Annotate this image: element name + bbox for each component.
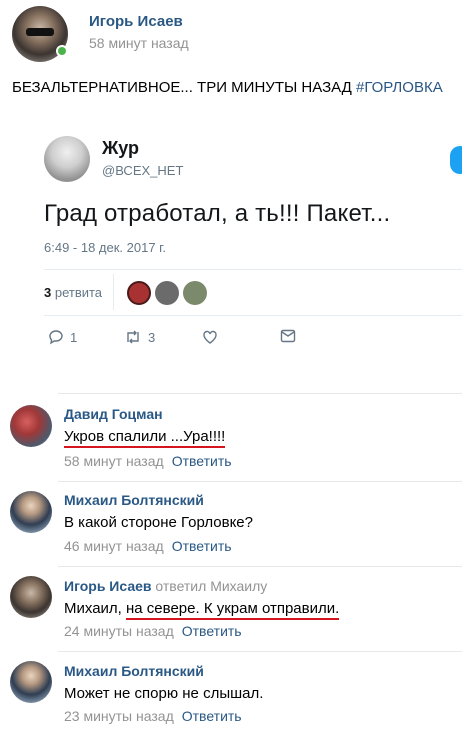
comment-meta: 46 минут назад Ответить	[64, 538, 232, 554]
reply-bubble-icon	[49, 330, 63, 345]
comment-author-name[interactable]: Михаил Болтянский	[64, 492, 204, 508]
retweet-count-label: ретвита	[51, 285, 103, 300]
comment-separator	[58, 393, 462, 394]
commenter-avatar[interactable]	[10, 491, 52, 533]
comment-reply-button[interactable]: Ответить	[182, 623, 242, 639]
comment-author-label[interactable]: Михаил Болтянский	[64, 663, 204, 679]
retweeter-avatar	[127, 281, 151, 305]
tweet-follow-button-edge	[450, 146, 462, 174]
comment-author-name[interactable]: Игорь Исаев ответил Михаилу	[64, 578, 267, 594]
tweet-message-action	[280, 329, 296, 343]
comment-timestamp[interactable]: 58 минут назад	[64, 453, 164, 469]
commenter-avatar[interactable]	[10, 405, 52, 447]
comment-author-label[interactable]: Игорь Исаев	[64, 578, 152, 594]
comment-text: Укров спалили ...Ура!!!!	[64, 428, 226, 448]
comment-separator	[58, 651, 462, 652]
comment-highlighted-text: Укров спалили ...Ура!!!!	[64, 428, 226, 448]
comment-reply-button[interactable]: Ответить	[182, 708, 242, 724]
retweet-icon	[127, 330, 139, 344]
post-text-main: БЕЗАЛЬТЕРНАТИВНОЕ... ТРИ МИНУТЫ НАЗАД	[12, 79, 356, 96]
post-text: БЕЗАЛЬТЕРНАТИВНОЕ... ТРИ МИНУТЫ НАЗАД #Г…	[12, 79, 443, 96]
comment-separator	[58, 481, 462, 482]
commenter-avatar[interactable]	[10, 576, 52, 618]
tweet-divider	[44, 315, 462, 316]
comment-reply-button[interactable]: Ответить	[172, 538, 232, 554]
comment-reply-button[interactable]: Ответить	[172, 453, 232, 469]
comment-timestamp[interactable]: 24 минуты назад	[64, 623, 174, 639]
post-timestamp[interactable]: 58 минут назад	[89, 35, 189, 51]
comment-meta: 23 минуты назад Ответить	[64, 708, 242, 724]
commenter-avatar[interactable]	[10, 661, 52, 703]
comment-meta: 24 минуты назад Ответить	[64, 623, 242, 639]
comment-timestamp[interactable]: 23 минуты назад	[64, 708, 174, 724]
tweet-reply-action: 1	[48, 329, 77, 345]
comment-separator	[58, 566, 462, 567]
comment-highlighted-text: на севере. К украм отправили.	[126, 600, 340, 620]
post-header: Игорь Исаев 58 минут назад	[0, 0, 462, 70]
tweet-retweet-action: 3	[124, 329, 155, 345]
post-hashtag-link[interactable]: #ГОРЛОВКА	[356, 79, 443, 96]
comment-text: Может не спорю не слышал.	[64, 685, 264, 702]
tweet-date: 6:49 - 18 дек. 2017 г.	[44, 240, 166, 255]
tweet-reply-count: 1	[70, 329, 78, 345]
comment-author-label[interactable]: Михаил Болтянский	[64, 492, 204, 508]
comment-reply-to[interactable]: ответил Михаилу	[155, 578, 267, 594]
comment-meta: 58 минут назад Ответить	[64, 453, 232, 469]
comment-text: В какой стороне Горловке?	[64, 514, 253, 531]
comment-author-label[interactable]: Давид Гоцман	[64, 406, 163, 422]
comment-timestamp[interactable]: 46 минут назад	[64, 538, 164, 554]
tweet-author-name: Жур	[102, 138, 140, 158]
heart-icon	[203, 330, 217, 344]
online-indicator-icon	[56, 45, 68, 57]
retweet-separator	[113, 274, 114, 310]
tweet-divider	[44, 269, 462, 270]
comment-author-name[interactable]: Михаил Болтянский	[64, 663, 204, 679]
tweet-like-action	[202, 329, 218, 345]
tweet-text: Град отработал, а​ ть!!! Пакет...	[44, 200, 391, 227]
retweeter-avatar	[155, 281, 179, 305]
comment-author-name[interactable]: Давид Гоцман	[64, 406, 163, 422]
tweet-author-avatar	[44, 136, 90, 182]
comment-text: Михаил, на севере. К украм отправили.	[64, 600, 340, 620]
tweet-author-handle: @ВСЕХ_НЕТ	[102, 163, 184, 178]
comment-plain-text: Михаил,	[64, 600, 127, 617]
tweet-retweet-count: 3 ретвита	[44, 285, 102, 300]
post-author-name[interactable]: Игорь Исаев	[89, 13, 183, 30]
envelope-icon	[280, 329, 296, 343]
tweet-retweet-number: 3	[148, 329, 156, 345]
retweeter-avatar	[183, 281, 207, 305]
